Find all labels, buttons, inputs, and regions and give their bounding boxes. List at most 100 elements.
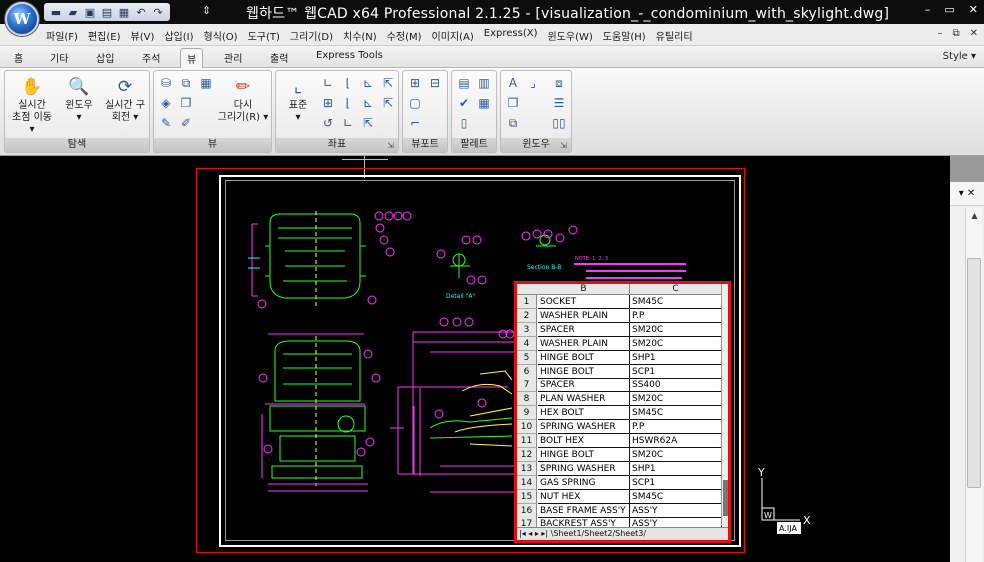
cell-part-name[interactable]: BASE FRAME ASS'Y <box>538 503 630 518</box>
vertical-scrollbar[interactable]: ▲ <box>965 208 982 562</box>
cell-part-name[interactable]: SPACER <box>538 378 630 393</box>
ucs-x-rotate-icon[interactable]: ⇱ <box>380 95 396 111</box>
menu-item-6[interactable]: 그리기(D) <box>290 28 333 43</box>
tab-view[interactable]: 뷰 <box>180 48 204 69</box>
row-number[interactable]: 4 <box>517 336 537 351</box>
drawing-canvas[interactable]: Detail "A" Section B-B NOTE: 1. 2. 3. Y … <box>0 156 950 562</box>
tab-annotate[interactable]: 주석 <box>142 50 160 65</box>
ucs-world-icon[interactable]: ∟ <box>320 75 336 91</box>
view-edit-icon[interactable]: ✎ <box>158 115 174 131</box>
window-launcher-icon[interactable]: ⇲ <box>559 141 568 150</box>
palette-layers-icon[interactable]: ▦ <box>476 95 492 111</box>
tab-express-tools[interactable]: Express Tools <box>316 50 383 61</box>
row-number[interactable]: 10 <box>517 420 537 435</box>
row-number[interactable]: 9 <box>517 406 537 421</box>
cell-material[interactable]: SM45C <box>630 406 722 421</box>
cell-material[interactable]: SCP1 <box>630 475 722 490</box>
row-number[interactable]: 16 <box>517 503 537 518</box>
cell-part-name[interactable]: HEX BOLT <box>538 406 630 421</box>
viewport-single-icon[interactable]: ▢ <box>407 95 423 111</box>
menu-item-8[interactable]: 수정(M) <box>387 28 422 43</box>
viewport-clip-icon[interactable]: ⌐ <box>407 115 423 131</box>
viewport-join-icon[interactable]: ⊟ <box>427 75 443 91</box>
cell-part-name[interactable]: SPACER <box>538 322 630 337</box>
redraw-button[interactable]: ✏ 다시 그리기(R) ▾ <box>216 77 270 124</box>
ucs-zaxis-icon[interactable]: ⊾ <box>360 75 376 91</box>
ucs-previous-icon[interactable]: ↺ <box>320 115 336 131</box>
scroll-up-icon[interactable]: ▲ <box>966 208 983 224</box>
cell-part-name[interactable]: PLAN WASHER <box>538 392 630 407</box>
tab-output[interactable]: 출력 <box>270 50 288 65</box>
cell-part-name[interactable]: HINGE BOLT <box>538 350 630 365</box>
print-preview-icon[interactable]: ▤ <box>100 5 114 19</box>
cell-part-name[interactable]: BOLT HEX <box>538 434 630 448</box>
palette-tool-icon[interactable]: ✔ <box>456 95 472 111</box>
realtime-orbit-button[interactable]: ⟳ 실시간 구 회전 ▾ <box>101 77 149 124</box>
cell-material[interactable]: ASS'Y <box>630 503 722 518</box>
cell-material[interactable]: SCP1 <box>630 364 722 379</box>
cell-part-name[interactable]: WASHER PLAIN <box>538 308 630 323</box>
cell-part-name[interactable]: SOCKET <box>538 295 630 309</box>
restore-icon[interactable]: ▭ <box>944 3 954 16</box>
new-icon[interactable]: ▬ <box>49 5 63 19</box>
cell-part-name[interactable]: HINGE BOLT <box>538 364 630 379</box>
view-cube-icon[interactable]: ⛁ <box>158 75 174 91</box>
cell-material[interactable]: HSWR62A <box>630 434 722 448</box>
cell-part-name[interactable]: HINGE BOLT <box>538 447 630 462</box>
view-3d-box-icon[interactable]: ⧉ <box>178 75 194 91</box>
cell-material[interactable]: SM20C <box>630 392 722 407</box>
tab-manage[interactable]: 관리 <box>224 50 242 65</box>
cell-material[interactable]: SM20C <box>630 447 722 462</box>
sheet-vertical-scrollbar[interactable] <box>721 284 728 526</box>
ucs-object-icon[interactable]: ⊞ <box>320 95 336 111</box>
cell-material[interactable]: SM20C <box>630 322 722 337</box>
menu-item-13[interactable]: 유틸리티 <box>656 28 693 43</box>
cell-material[interactable]: P.P <box>630 420 722 435</box>
open-icon[interactable]: ▰ <box>66 5 80 19</box>
undo-icon[interactable]: ↶ <box>134 5 148 19</box>
qat-customize-icon[interactable]: ⇕ <box>202 4 211 17</box>
cell-material[interactable]: SS400 <box>630 378 722 393</box>
close-icon[interactable]: ✕ <box>969 3 978 16</box>
realtime-pan-button[interactable]: ✋ 실시간 초점 이동 ▾ <box>9 77 55 136</box>
row-number[interactable]: 11 <box>517 434 537 448</box>
window-zoom-button[interactable]: 🔍 윈도우 ▾ <box>59 77 99 124</box>
embedded-spreadsheet[interactable]: B C 1 SOCKET SM45C 2 WASHER PLAIN P.P 3 SPACER S… <box>514 281 731 543</box>
window-text-icon[interactable]: Ａ <box>505 75 521 91</box>
row-number[interactable]: 13 <box>517 461 537 476</box>
view-grid-icon[interactable]: ▦ <box>198 75 214 91</box>
menu-item-9[interactable]: 이미지(A) <box>432 28 474 43</box>
row-number[interactable]: 14 <box>517 475 537 490</box>
doc-restore-icon[interactable]: ⧉ <box>952 28 959 39</box>
row-number[interactable]: 12 <box>517 447 537 462</box>
row-number[interactable]: 5 <box>517 350 537 365</box>
cell-part-name[interactable]: NUT HEX <box>538 489 630 504</box>
tab-insert[interactable]: 삽입 <box>96 50 114 65</box>
viewport-split-icon[interactable]: ⊞ <box>407 75 423 91</box>
window-switch-icon[interactable]: ⌟ <box>525 75 541 91</box>
tab-other[interactable]: 기타 <box>50 50 68 65</box>
view-copy-icon[interactable]: ❐ <box>178 95 194 111</box>
minimize-icon[interactable]: – <box>925 3 931 16</box>
row-number[interactable]: 2 <box>517 308 537 323</box>
row-number[interactable]: 3 <box>517 322 537 337</box>
cell-material[interactable]: SM45C <box>630 489 722 504</box>
palette-properties-icon[interactable]: ▤ <box>456 75 472 91</box>
window-tile-horizontal-icon[interactable]: ☰ <box>551 95 567 111</box>
ucs-view-icon[interactable]: ⊾ <box>360 95 376 111</box>
cell-part-name[interactable]: SPRING WASHER <box>538 420 630 435</box>
menu-item-5[interactable]: 도구(T) <box>248 28 280 43</box>
style-dropdown[interactable]: Style ▾ <box>943 51 976 62</box>
cell-part-name[interactable]: WASHER PLAIN <box>538 336 630 351</box>
menu-item-10[interactable]: Express(X) <box>484 28 538 43</box>
ucs-face-icon[interactable]: ⌊ <box>340 95 356 111</box>
window-cascade-icon[interactable]: ❐ <box>505 95 521 111</box>
menu-item-12[interactable]: 도움말(H) <box>603 28 646 43</box>
doc-minimize-icon[interactable]: – <box>937 28 942 39</box>
cell-material[interactable]: P.P <box>630 308 722 323</box>
doc-close-icon[interactable]: ✕ <box>970 28 978 39</box>
menu-item-0[interactable]: 파일(F) <box>46 28 78 43</box>
row-number[interactable]: 8 <box>517 392 537 407</box>
ucs-origin-icon[interactable]: ⌊ <box>340 75 356 91</box>
row-number[interactable]: 6 <box>517 364 537 379</box>
